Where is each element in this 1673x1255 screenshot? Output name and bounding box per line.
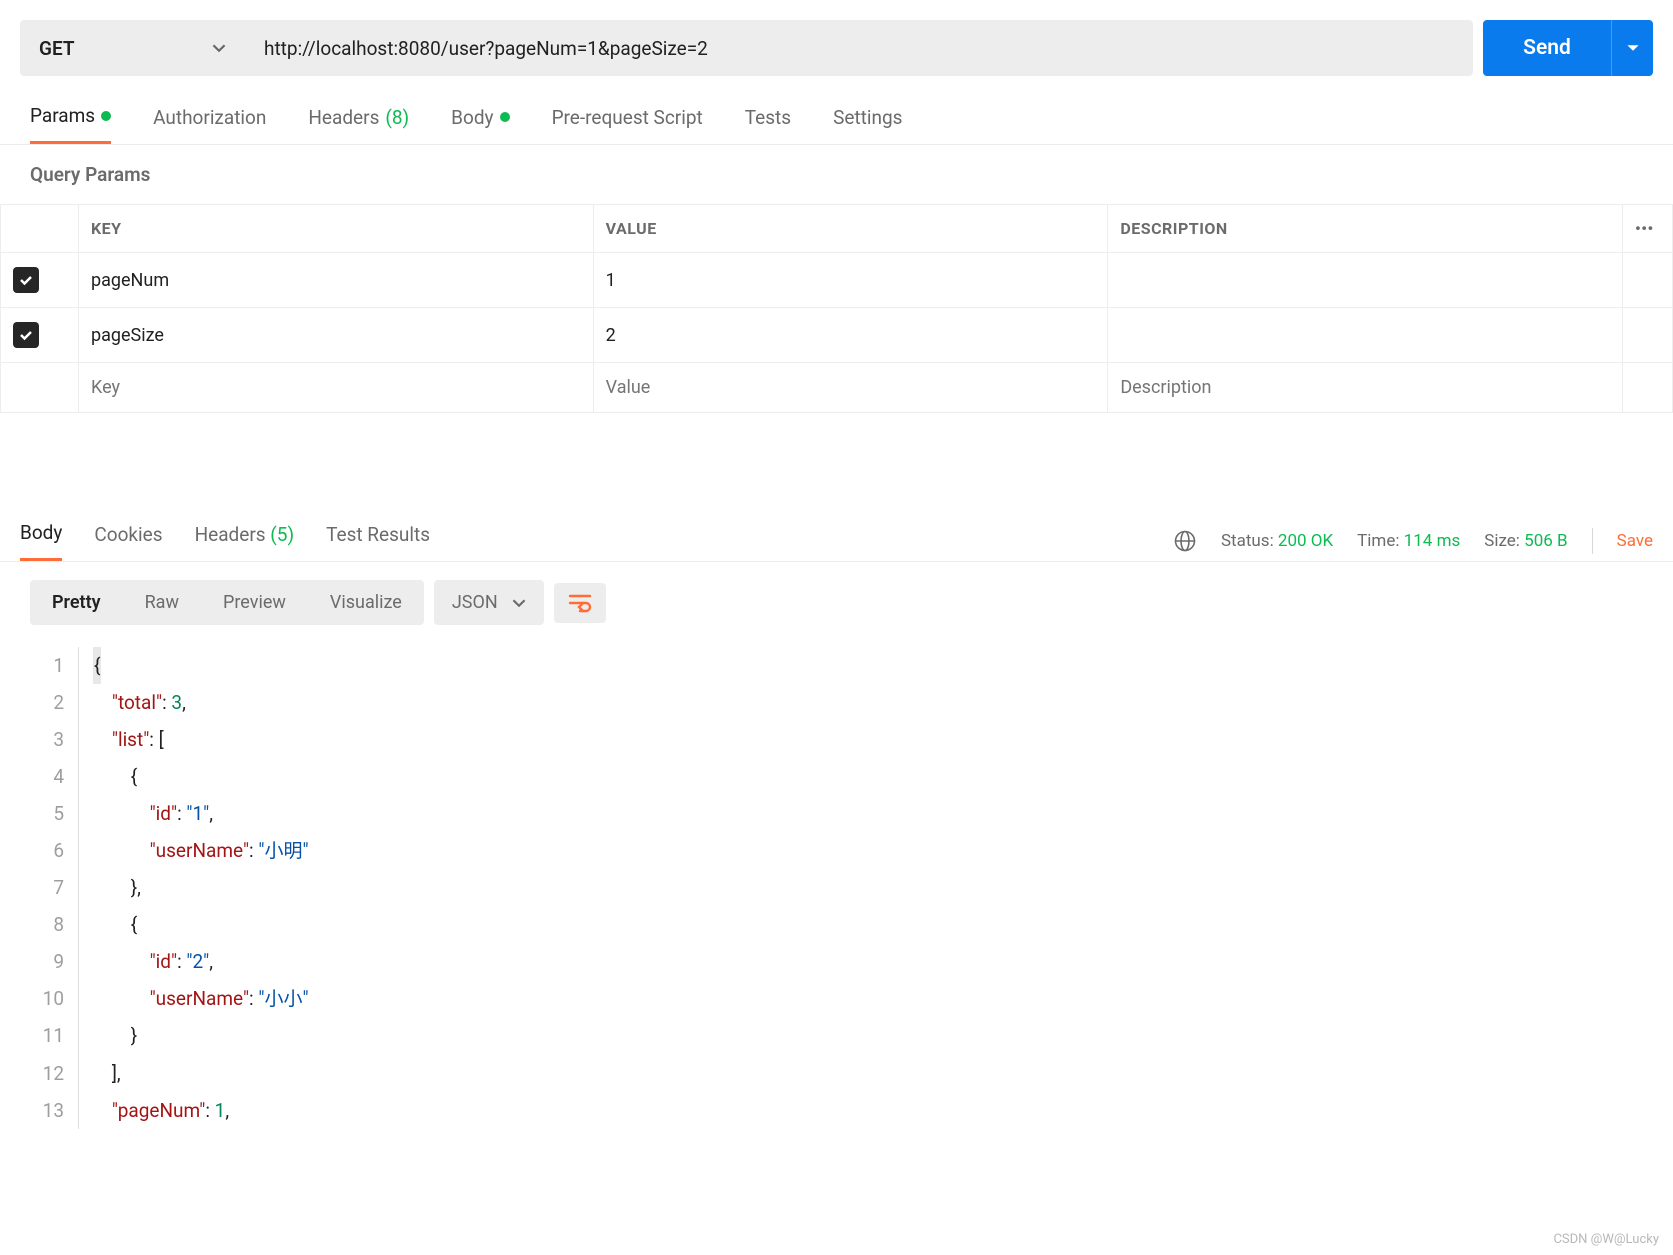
col-key: KEY <box>79 205 594 253</box>
wrap-lines-button[interactable] <box>554 583 606 623</box>
status-label: Status: 200 OK <box>1221 531 1333 551</box>
http-method-select[interactable]: GET <box>20 20 245 76</box>
row-checkbox[interactable] <box>13 267 39 293</box>
view-visualize[interactable]: Visualize <box>308 580 424 625</box>
request-url-value: http://localhost:8080/user?pageNum=1&pag… <box>264 37 708 60</box>
tab-body[interactable]: Body <box>451 104 509 144</box>
param-desc-cell[interactable] <box>1108 253 1623 308</box>
watermark: CSDN @W@Lucky <box>1553 1232 1659 1247</box>
param-value-cell[interactable]: 2 <box>593 308 1108 363</box>
param-key-cell[interactable]: pageNum <box>79 253 594 308</box>
response-format-select[interactable]: JSON <box>434 580 544 625</box>
save-response-button[interactable]: Save <box>1617 531 1653 551</box>
new-value-input[interactable] <box>606 377 1096 398</box>
rtab-test-results[interactable]: Test Results <box>326 523 430 560</box>
col-check <box>1 205 79 253</box>
body-indicator-dot <box>500 112 510 122</box>
chevron-down-icon <box>512 596 526 610</box>
tab-prerequest-script[interactable]: Pre-request Script <box>552 104 703 144</box>
send-dropdown-toggle[interactable] <box>1611 20 1653 76</box>
rtab-cookies[interactable]: Cookies <box>94 523 162 560</box>
row-checkbox[interactable] <box>13 322 39 348</box>
rtab-body[interactable]: Body <box>20 521 62 561</box>
request-tabs: Params Authorization Headers (8) Body Pr… <box>0 86 1673 145</box>
globe-icon[interactable] <box>1173 529 1197 553</box>
tab-tests[interactable]: Tests <box>745 104 791 144</box>
chevron-down-icon <box>212 41 226 55</box>
query-params-heading: Query Params <box>0 145 1673 204</box>
send-button[interactable]: Send <box>1483 20 1653 76</box>
col-value: VALUE <box>593 205 1108 253</box>
view-raw[interactable]: Raw <box>123 580 201 625</box>
table-row-new <box>1 363 1673 413</box>
new-key-input[interactable] <box>91 377 581 398</box>
params-indicator-dot <box>101 111 111 121</box>
request-url-input[interactable]: http://localhost:8080/user?pageNum=1&pag… <box>245 20 1473 76</box>
view-pretty[interactable]: Pretty <box>30 580 123 625</box>
table-row: pageSize2 <box>1 308 1673 363</box>
param-key-cell[interactable]: pageSize <box>79 308 594 363</box>
size-label: Size: 506 B <box>1484 531 1567 551</box>
response-body-viewer[interactable]: 1{2 "total": 3,3 "list": [4 {5 "id": "1"… <box>0 643 1673 1133</box>
time-label: Time: 114 ms <box>1357 531 1460 551</box>
param-desc-cell[interactable] <box>1108 308 1623 363</box>
body-view-mode: Pretty Raw Preview Visualize <box>30 580 424 625</box>
tab-authorization[interactable]: Authorization <box>153 104 266 144</box>
new-desc-input[interactable] <box>1120 377 1610 398</box>
tab-params[interactable]: Params <box>30 104 111 144</box>
send-button-label: Send <box>1483 36 1611 60</box>
param-value-cell[interactable]: 1 <box>593 253 1108 308</box>
tab-settings[interactable]: Settings <box>833 104 902 144</box>
view-preview[interactable]: Preview <box>201 580 308 625</box>
rtab-headers[interactable]: Headers (5) <box>195 523 295 560</box>
tab-headers[interactable]: Headers (8) <box>308 104 409 144</box>
params-table: KEY VALUE DESCRIPTION ••• pageNum1pageSi… <box>0 204 1673 413</box>
col-description: DESCRIPTION <box>1108 205 1623 253</box>
bulk-edit-toggle[interactable]: ••• <box>1623 205 1673 253</box>
response-tabs: Body Cookies Headers (5) Test Results St… <box>0 503 1673 562</box>
table-row: pageNum1 <box>1 253 1673 308</box>
http-method-value: GET <box>39 37 75 60</box>
